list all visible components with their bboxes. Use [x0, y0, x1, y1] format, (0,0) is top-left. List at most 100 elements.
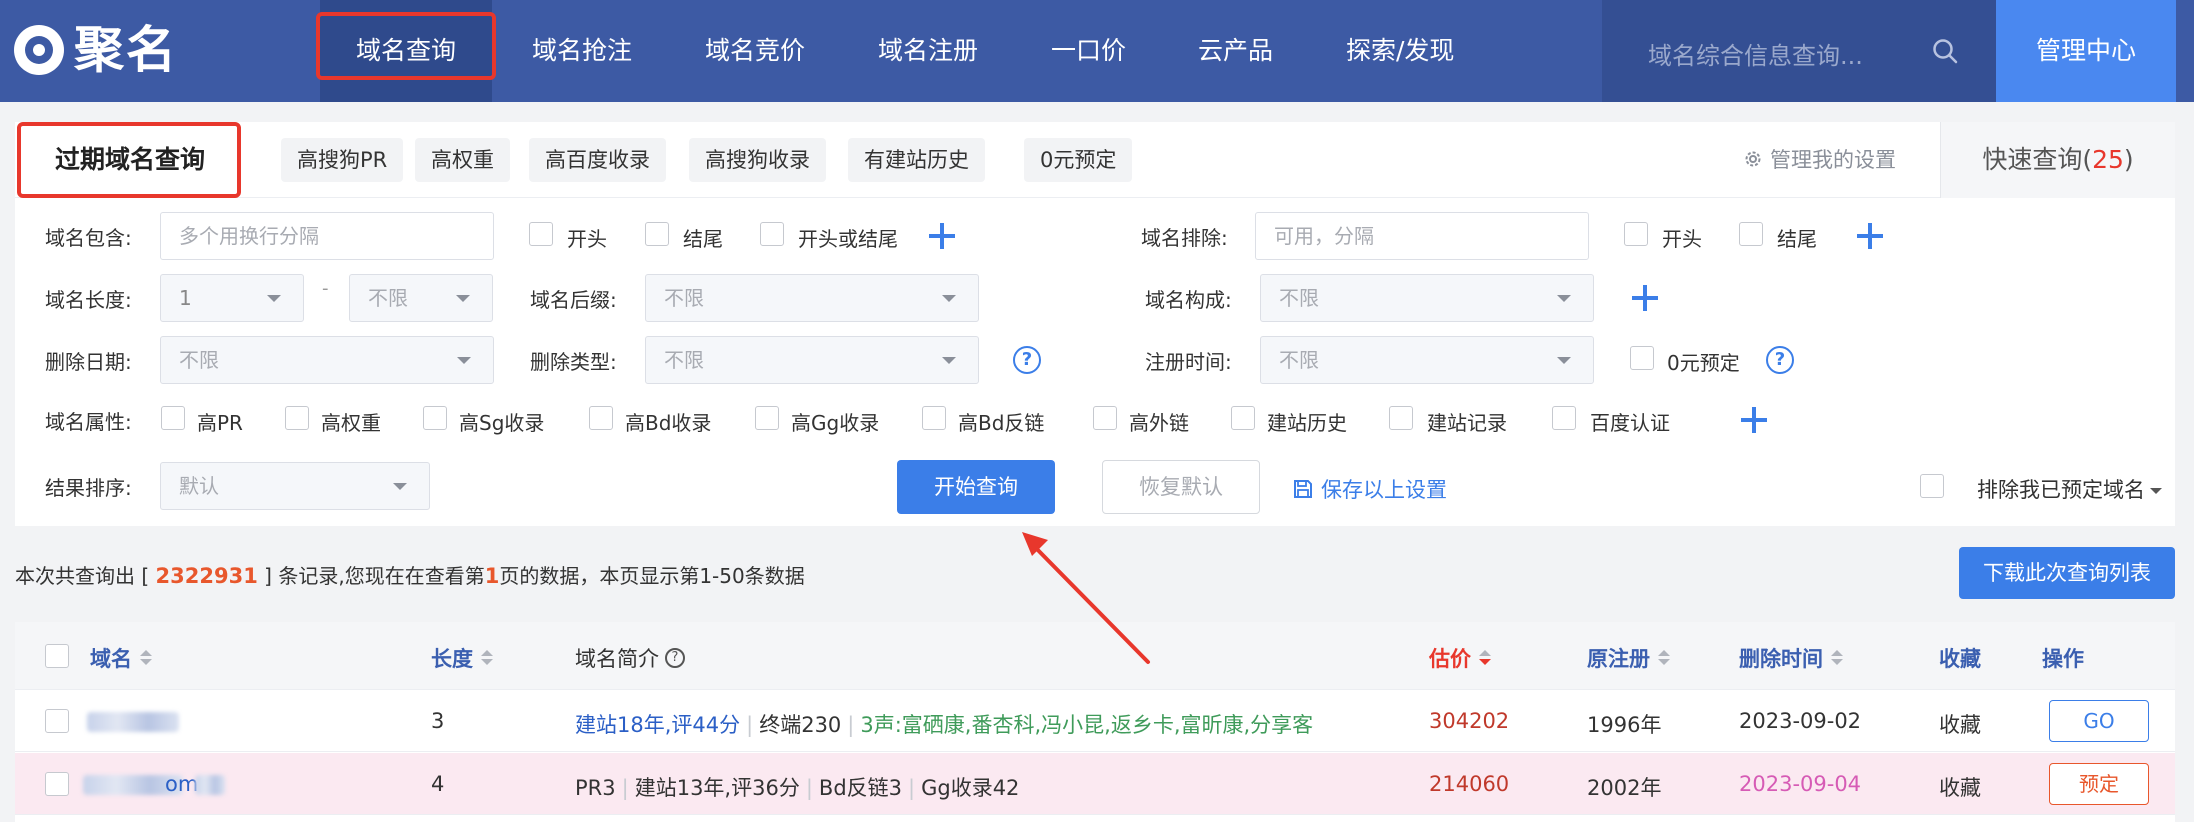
th-delete-time[interactable]: 删除时间	[1739, 643, 1843, 673]
download-list-button[interactable]: 下载此次查询列表	[1959, 547, 2175, 599]
attr-high-weight-checkbox[interactable]	[285, 406, 309, 430]
row-checkbox[interactable]	[45, 709, 69, 733]
delete-date-select[interactable]: 不限	[160, 336, 494, 384]
attr-high-bd-backlink-label: 高Bd反链	[958, 411, 1045, 435]
zero-book-checkbox[interactable]	[1630, 346, 1654, 370]
attr-high-gg-checkbox[interactable]	[755, 406, 779, 430]
row-orig-reg: 1996年	[1587, 713, 1662, 737]
th-domain[interactable]: 域名	[90, 643, 152, 673]
attr-high-bd-label: 高Bd收录	[625, 411, 712, 435]
th-price[interactable]: 估价	[1429, 643, 1491, 673]
row-favorite[interactable]: 收藏	[1939, 709, 1981, 739]
reset-default-button[interactable]: 恢复默认	[1102, 460, 1260, 514]
nav-explore[interactable]: 探索/发现	[1346, 0, 1454, 102]
nav-domain-register[interactable]: 域名注册	[878, 0, 978, 102]
domain-compose-label: 域名构成:	[1145, 288, 1232, 312]
attr-site-record-checkbox[interactable]	[1389, 406, 1413, 430]
quick-query-tab[interactable]: 快速查询(25)	[1940, 122, 2175, 198]
domain-name-blurred[interactable]	[87, 712, 179, 732]
contains-start-or-end-checkbox[interactable]	[760, 222, 784, 246]
attr-high-pr-checkbox[interactable]	[161, 406, 185, 430]
manage-settings-label: 管理我的设置	[1770, 148, 1896, 172]
exclude-end-checkbox[interactable]	[1739, 222, 1763, 246]
row-intro: 建站18年,评44分 | 终端230 | 3声:富硒康,番杏科,冯小昆,返乡卡,富昕康,…	[575, 709, 1313, 739]
attr-high-sg-checkbox[interactable]	[423, 406, 447, 430]
delete-type-help-icon[interactable]: ?	[1013, 346, 1041, 374]
intro-site-history[interactable]: 建站18年,评44分	[575, 713, 740, 737]
exclude-booked-checkbox[interactable]	[1920, 474, 1944, 498]
result-sort-select[interactable]: 默认	[160, 462, 430, 510]
start-query-button[interactable]: 开始查询	[897, 460, 1055, 514]
delete-date-label: 删除日期:	[45, 350, 132, 374]
save-settings-link[interactable]: 保存以上设置	[1293, 474, 1447, 504]
domain-suffix-select[interactable]: 不限	[645, 274, 979, 322]
domain-contains-input[interactable]: 多个用换行分隔	[160, 212, 494, 260]
contains-add-plus-icon[interactable]	[929, 223, 955, 249]
nav-domain-snap[interactable]: 域名抢注	[532, 0, 632, 102]
attr-baidu-verified-checkbox[interactable]	[1552, 406, 1576, 430]
exclude-start-checkbox[interactable]	[1624, 222, 1648, 246]
row-orig-reg: 2002年	[1587, 776, 1662, 800]
go-button[interactable]: GO	[2049, 700, 2149, 742]
intro-separator: |	[621, 776, 629, 800]
chip-high-baidu-index[interactable]: 高百度收录	[529, 138, 666, 182]
chip-zero-book[interactable]: 0元预定	[1024, 138, 1133, 182]
admin-center-button[interactable]: 管理中心	[1996, 0, 2176, 102]
zero-book-help-icon[interactable]: ?	[1766, 346, 1794, 374]
intro-site-history: 建站13年,评36分	[634, 776, 800, 800]
th-favorite: 收藏	[1939, 643, 1981, 673]
reg-time-select[interactable]: 不限	[1260, 336, 1594, 384]
attr-add-plus-icon[interactable]	[1741, 407, 1767, 433]
logo-text: 聚名	[74, 21, 178, 79]
contains-end-checkbox[interactable]	[645, 222, 669, 246]
attr-site-history-checkbox[interactable]	[1231, 406, 1255, 430]
domain-suffix-label: 域名后缀:	[530, 288, 617, 312]
zero-book-label: 0元预定	[1667, 351, 1740, 375]
chip-high-sogou-pr[interactable]: 高搜狗PR	[281, 138, 404, 182]
logo[interactable]: 聚名	[14, 20, 178, 80]
search-input[interactable]: 域名综合信息查询...	[1602, 0, 1996, 102]
nav-domain-auction[interactable]: 域名竞价	[705, 0, 805, 102]
summary-prefix: 本次共查询出 [	[15, 564, 156, 588]
intro-pr: PR3	[575, 776, 616, 800]
exclude-booked-text: 排除我已预定域名	[1977, 478, 2145, 502]
select-all-checkbox[interactable]	[45, 644, 69, 668]
chip-high-weight[interactable]: 高权重	[415, 138, 510, 182]
summary-total: 2322931	[155, 564, 258, 588]
th-favorite-label: 收藏	[1939, 647, 1981, 671]
attr-high-outlink-checkbox[interactable]	[1093, 406, 1117, 430]
length-max-select[interactable]: 不限	[349, 274, 493, 322]
tab-strip: 过期域名查询 高搜狗PR 高权重 高百度收录 高搜狗收录 有建站历史 0元预定 …	[15, 122, 2175, 198]
sort-icon	[481, 650, 493, 666]
row-domain-fragment: om	[165, 772, 199, 796]
attr-high-bd-backlink-checkbox[interactable]	[922, 406, 946, 430]
chip-site-history[interactable]: 有建站历史	[848, 138, 985, 182]
th-orig-reg[interactable]: 原注册	[1587, 643, 1670, 673]
exclude-add-plus-icon[interactable]	[1857, 223, 1883, 249]
exclude-end-label: 结尾	[1777, 227, 1817, 251]
question-icon[interactable]: ?	[665, 648, 685, 668]
search-icon[interactable]	[1932, 38, 1958, 64]
exclude-booked-label[interactable]: 排除我已预定域名	[1977, 474, 2163, 504]
length-min-select[interactable]: 1	[160, 274, 304, 322]
domain-exclude-input[interactable]: 可用，分隔	[1255, 212, 1589, 260]
attr-high-bd-checkbox[interactable]	[589, 406, 613, 430]
th-length[interactable]: 长度	[431, 643, 493, 673]
nav-cloud-products[interactable]: 云产品	[1198, 0, 1273, 102]
contains-end-label: 结尾	[683, 227, 723, 251]
compose-add-plus-icon[interactable]	[1632, 285, 1658, 311]
chip-high-sogou-index[interactable]: 高搜狗收录	[689, 138, 826, 182]
domain-length-label: 域名长度:	[45, 288, 132, 312]
quick-query-label: 快速查询(	[1982, 145, 2093, 174]
row-checkbox[interactable]	[45, 772, 69, 796]
domain-compose-select[interactable]: 不限	[1260, 274, 1594, 322]
row-intro: PR3 | 建站13年,评36分 | Bd反链3 | Gg收录42	[575, 772, 1019, 802]
manage-settings-link[interactable]: 管理我的设置	[1742, 144, 1896, 174]
result-summary: 本次共查询出 [ 2322931 ] 条记录,您现在在查看第1页的数据，本页显示…	[15, 560, 805, 589]
contains-start-checkbox[interactable]	[529, 222, 553, 246]
book-button[interactable]: 预定	[2049, 763, 2149, 805]
nav-fixed-price[interactable]: 一口价	[1051, 0, 1126, 102]
row-favorite[interactable]: 收藏	[1939, 772, 1981, 802]
domain-exclude-label: 域名排除:	[1141, 226, 1228, 250]
delete-type-select[interactable]: 不限	[645, 336, 979, 384]
